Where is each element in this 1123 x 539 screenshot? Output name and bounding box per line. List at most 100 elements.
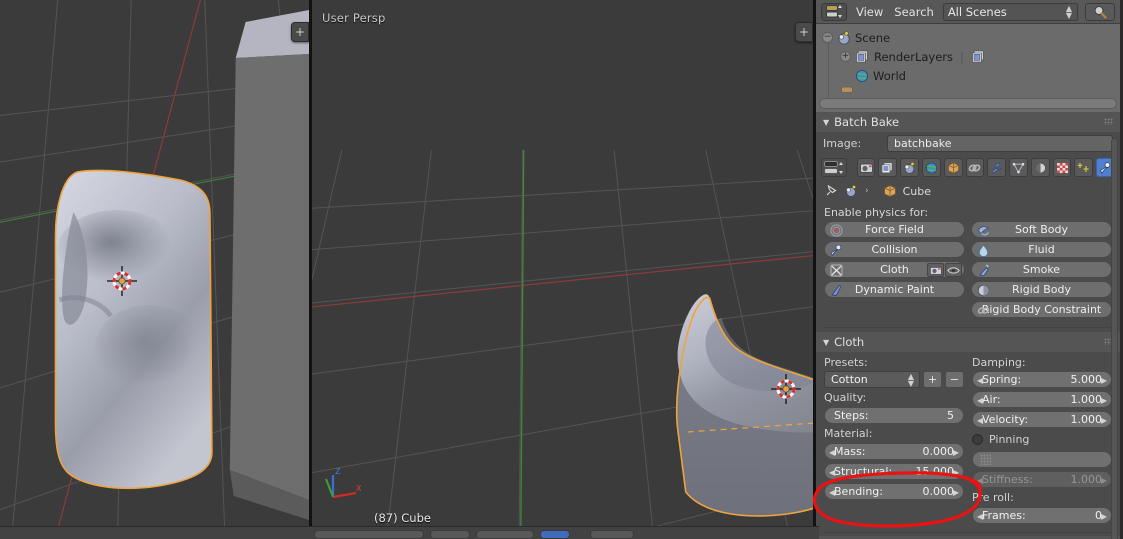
preset-remove-button[interactable]: − (945, 371, 964, 388)
tab-scene[interactable] (900, 158, 919, 177)
rigid-body-icon (976, 283, 990, 297)
field-mass[interactable]: ◀ Mass: 0.000 ▶ (824, 443, 964, 460)
panel-title-cloth: Cloth (834, 335, 865, 349)
tab-modifiers[interactable] (987, 158, 1007, 177)
chevron-left-icon[interactable]: ◀ (977, 376, 983, 385)
properties-tab-strip[interactable] (816, 155, 1120, 180)
tab-constraints[interactable] (965, 158, 985, 177)
properties-pager-button[interactable] (821, 158, 847, 177)
button-rigid-body-constraint-label: Rigid Body Constraint (981, 303, 1102, 316)
material-label: Material: (824, 427, 873, 440)
field-frames[interactable]: ◀ Frames: 0 ▶ (972, 507, 1112, 524)
cloth-sim-object[interactable] (312, 0, 813, 539)
chevron-right-icon[interactable]: ▶ (1101, 376, 1107, 385)
chevron-left-icon[interactable]: ◀ (977, 512, 983, 521)
tab-object[interactable] (943, 158, 963, 177)
chevron-left-icon[interactable]: ◀ (977, 416, 983, 425)
field-steps[interactable]: Steps: 5 (824, 407, 964, 424)
field-structural[interactable]: ◀ Structural: 15.000 ▶ (824, 463, 964, 480)
viewport-left[interactable]: + (0, 0, 312, 539)
field-vertex-group[interactable] (972, 451, 1112, 468)
viewport-right-canvas[interactable]: Z X User Persp (87) Cube + (312, 0, 813, 539)
editor-type-icon[interactable] (821, 2, 847, 21)
scene-icon[interactable] (844, 184, 859, 198)
eye-icon[interactable] (945, 263, 962, 277)
button-collision[interactable]: Collision (824, 241, 965, 258)
pinning-row[interactable]: Pinning (972, 431, 1112, 448)
renderlayers-active-icon[interactable] (971, 50, 986, 64)
chevron-updown-icon: ▲ ▼ (1065, 3, 1072, 20)
outliner-horizontal-scrollbar[interactable] (819, 98, 1117, 109)
panel-header-cloth[interactable]: ▼ Cloth (816, 332, 1120, 352)
bake-camera-icon[interactable] (927, 263, 944, 277)
image-name-input[interactable]: batchbake (887, 135, 1113, 152)
outliner-row-partial[interactable] (820, 85, 1120, 95)
chevron-left-icon[interactable]: ◀ (829, 488, 835, 497)
chevron-right-icon[interactable]: ▶ (1101, 512, 1107, 521)
panel-header-batch-bake[interactable]: ▼ Batch Bake (816, 112, 1120, 132)
bottom-editor-strip[interactable] (0, 526, 819, 539)
preset-row: Cotton ▲ ▼ + − (824, 371, 964, 388)
pin-icon[interactable] (824, 184, 838, 198)
field-velocity[interactable]: ◀ Velocity: 1.000 ▶ (972, 411, 1112, 428)
button-smoke[interactable]: Smoke (971, 261, 1112, 278)
footer-chip[interactable] (476, 530, 534, 539)
field-air[interactable]: ◀ Air: 1.000 ▶ (972, 391, 1112, 408)
chevron-right-icon[interactable]: ▶ (953, 468, 959, 477)
button-force-field[interactable]: Force Field (824, 221, 965, 238)
button-cloth[interactable]: Cloth (824, 261, 965, 278)
button-rigid-body-constraint[interactable]: Rigid Body Constraint (971, 301, 1112, 318)
field-bending[interactable]: ◀ Bending: 0.000 ▶ (824, 483, 964, 500)
chevron-left-icon[interactable]: ◀ (829, 448, 835, 457)
tab-material[interactable] (1030, 158, 1050, 177)
outliner-row-world[interactable]: World (820, 66, 1120, 85)
button-fluid[interactable]: Fluid (971, 241, 1112, 258)
tab-world[interactable] (921, 158, 941, 177)
outliner-search-button[interactable] (1085, 2, 1115, 21)
viewport-perspective-label: User Persp (322, 11, 386, 25)
chevron-right-icon[interactable]: ▶ (953, 488, 959, 497)
properties-vertical-scrollbar[interactable] (1111, 138, 1118, 539)
chevron-left-icon[interactable]: ◀ (829, 468, 835, 477)
chevron-right-icon[interactable]: ▶ (953, 448, 959, 457)
preset-dropdown[interactable]: Cotton ▲ ▼ (824, 371, 920, 388)
outliner-display-mode-value: All Scenes (947, 4, 1007, 19)
panel-grip-icon[interactable] (1104, 118, 1113, 125)
outliner-editor[interactable]: View Search All Scenes ▲ ▼ − Scene + Ren… (816, 0, 1120, 112)
footer-chip[interactable] (314, 530, 424, 539)
button-soft-body[interactable]: Soft Body (971, 221, 1112, 238)
outliner-menu-view[interactable]: View (854, 5, 885, 19)
viewport-left-canvas[interactable]: + (0, 0, 309, 539)
chevron-right-icon[interactable]: ▶ (1101, 396, 1107, 405)
outliner-tree[interactable]: − Scene + RenderLayers | World (816, 24, 1120, 98)
preset-add-button[interactable]: + (923, 371, 942, 388)
outliner-display-mode-select[interactable]: All Scenes ▲ ▼ (942, 2, 1078, 21)
button-rigid-body[interactable]: Rigid Body (971, 281, 1112, 298)
viewport-left-toolshelf-toggle[interactable]: + (291, 22, 309, 42)
mass-label: Mass: (834, 445, 866, 458)
footer-chip[interactable] (430, 530, 470, 539)
pinning-checkbox[interactable] (972, 434, 983, 445)
outliner-row-scene[interactable]: − Scene (820, 28, 1120, 47)
footer-chip[interactable] (590, 530, 634, 539)
tab-render-layers[interactable] (878, 158, 898, 177)
viewport-right[interactable]: Z X User Persp (87) Cube + (312, 0, 816, 539)
field-spring[interactable]: ◀ Spring: 5.000 ▶ (972, 371, 1112, 388)
expander-plus-icon[interactable]: + (840, 51, 851, 62)
tab-render[interactable] (856, 158, 876, 177)
chevron-left-icon[interactable]: ◀ (977, 396, 983, 405)
tab-object-data[interactable] (1009, 158, 1028, 177)
chevron-right-icon[interactable]: ▶ (1101, 416, 1107, 425)
magnifier-icon (1094, 5, 1107, 19)
scene-icon (904, 161, 915, 174)
tab-texture[interactable] (1052, 158, 1072, 177)
outliner-row-renderlayers[interactable]: + RenderLayers | (820, 47, 1120, 66)
properties-editor[interactable]: ▼ Batch Bake Image: batchbake › Cube Ena… (816, 112, 1120, 539)
outliner-menu-search[interactable]: Search (892, 5, 936, 19)
tab-particles[interactable] (1074, 158, 1094, 177)
outliner-label-renderlayers: RenderLayers (874, 49, 953, 64)
viewport-right-toolshelf-toggle[interactable]: + (795, 22, 813, 42)
footer-chip-active[interactable] (540, 530, 570, 539)
cloth-cube-object[interactable] (0, 0, 309, 539)
button-dynamic-paint[interactable]: Dynamic Paint (824, 281, 965, 298)
